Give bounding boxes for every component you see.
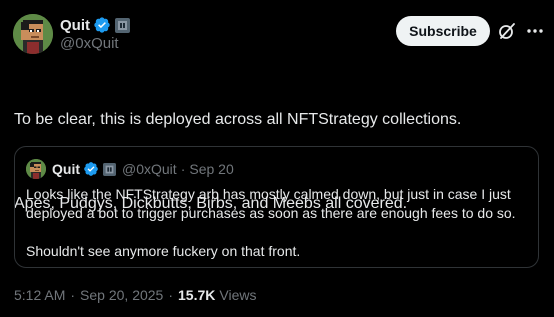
quote-body: Looks like the NFTStrategy arb has mostl… (26, 185, 531, 261)
quote-header: Quit @0xQuit · Sep 20 (52, 160, 234, 178)
quote-author-avatar (26, 159, 46, 179)
author-display-name[interactable]: Quit (60, 17, 90, 34)
views-label: Views (219, 287, 257, 303)
quote-author-handle: @0xQuit (122, 161, 177, 177)
more-dots-icon[interactable] (525, 21, 545, 41)
verified-badge-icon (93, 16, 111, 34)
views-count: 15.7K (178, 287, 216, 303)
meta-separator: · (70, 287, 76, 303)
affiliate-badge-icon (103, 162, 116, 176)
quote-separator: · (180, 161, 186, 177)
affiliate-badge-icon[interactable] (115, 17, 130, 33)
tweet-time[interactable]: 5:12 AM (14, 287, 65, 303)
tweet-paragraph: To be clear, this is deployed across all… (14, 111, 462, 128)
tweet-meta: 5:12 AM · Sep 20, 2025 · 15.7K Views (14, 287, 256, 303)
author-avatar[interactable] (13, 14, 53, 54)
verified-badge-icon (83, 161, 99, 177)
grok-slash-icon[interactable] (497, 21, 517, 41)
quote-author-name: Quit (52, 161, 80, 177)
meta-separator: · (168, 287, 174, 303)
tweet: Quit @0xQuit Subscribe To be clear, this… (0, 0, 554, 317)
quote-paragraph: Shouldn't see anymore fuckery on that fr… (26, 243, 301, 259)
author-handle[interactable]: @0xQuit (60, 35, 119, 52)
quoted-tweet[interactable]: Quit @0xQuit · Sep 20 Looks like the NFT… (14, 146, 539, 268)
pixel-avatar-icon (13, 14, 53, 54)
quote-paragraph: Looks like the NFTStrategy arb has mostl… (26, 186, 516, 221)
quote-date: Sep 20 (189, 161, 234, 177)
pixel-avatar-icon (26, 159, 46, 179)
tweet-date[interactable]: Sep 20, 2025 (80, 287, 163, 303)
author-name-row: Quit (60, 15, 130, 35)
subscribe-button[interactable]: Subscribe (396, 16, 490, 46)
